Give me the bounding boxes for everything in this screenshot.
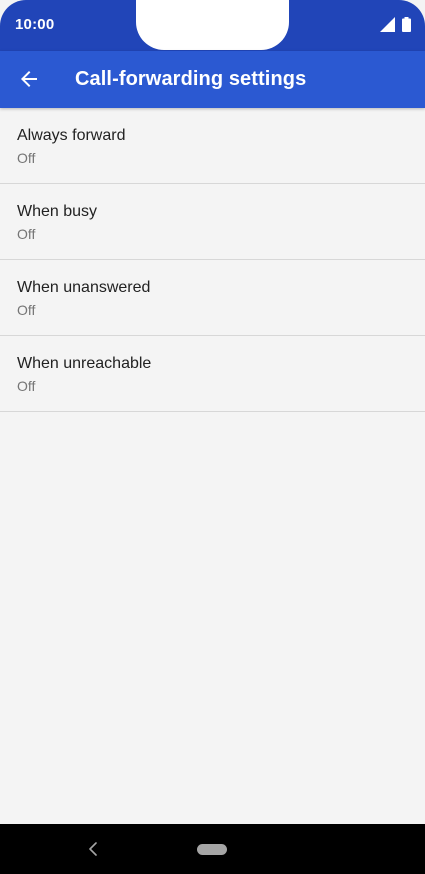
setting-title: When unreachable [17,355,152,372]
setting-always-forward[interactable]: Always forward Off [0,108,425,184]
screen: 10:00 Call-forwarding settings Always fo… [0,0,425,874]
setting-title: Always forward [17,127,126,144]
settings-list: Always forward Off When busy Off When un… [0,108,425,412]
battery-icon [402,16,411,32]
system-nav-bar [0,824,425,874]
home-pill-icon[interactable] [197,844,227,855]
arrow-left-icon [21,71,37,87]
setting-summary: Off [17,378,36,394]
setting-when-busy[interactable]: When busy Off [0,184,425,260]
display-notch [136,0,289,50]
cell-signal-icon [380,16,395,32]
setting-summary: Off [17,302,36,318]
app-bar: Call-forwarding settings [0,51,425,108]
status-icons [380,16,411,32]
setting-when-unreachable[interactable]: When unreachable Off [0,336,425,412]
setting-when-unanswered[interactable]: When unanswered Off [0,260,425,336]
status-time: 10:00 [15,16,55,33]
page-title: Call-forwarding settings [75,68,307,90]
setting-summary: Off [17,150,36,166]
status-bar: 10:00 [0,0,425,51]
setting-summary: Off [17,226,36,242]
nav-back-button[interactable] [84,839,102,859]
back-button[interactable] [13,63,45,95]
chevron-left-icon [89,842,97,856]
setting-title: When busy [17,203,98,220]
setting-title: When unanswered [17,279,151,296]
